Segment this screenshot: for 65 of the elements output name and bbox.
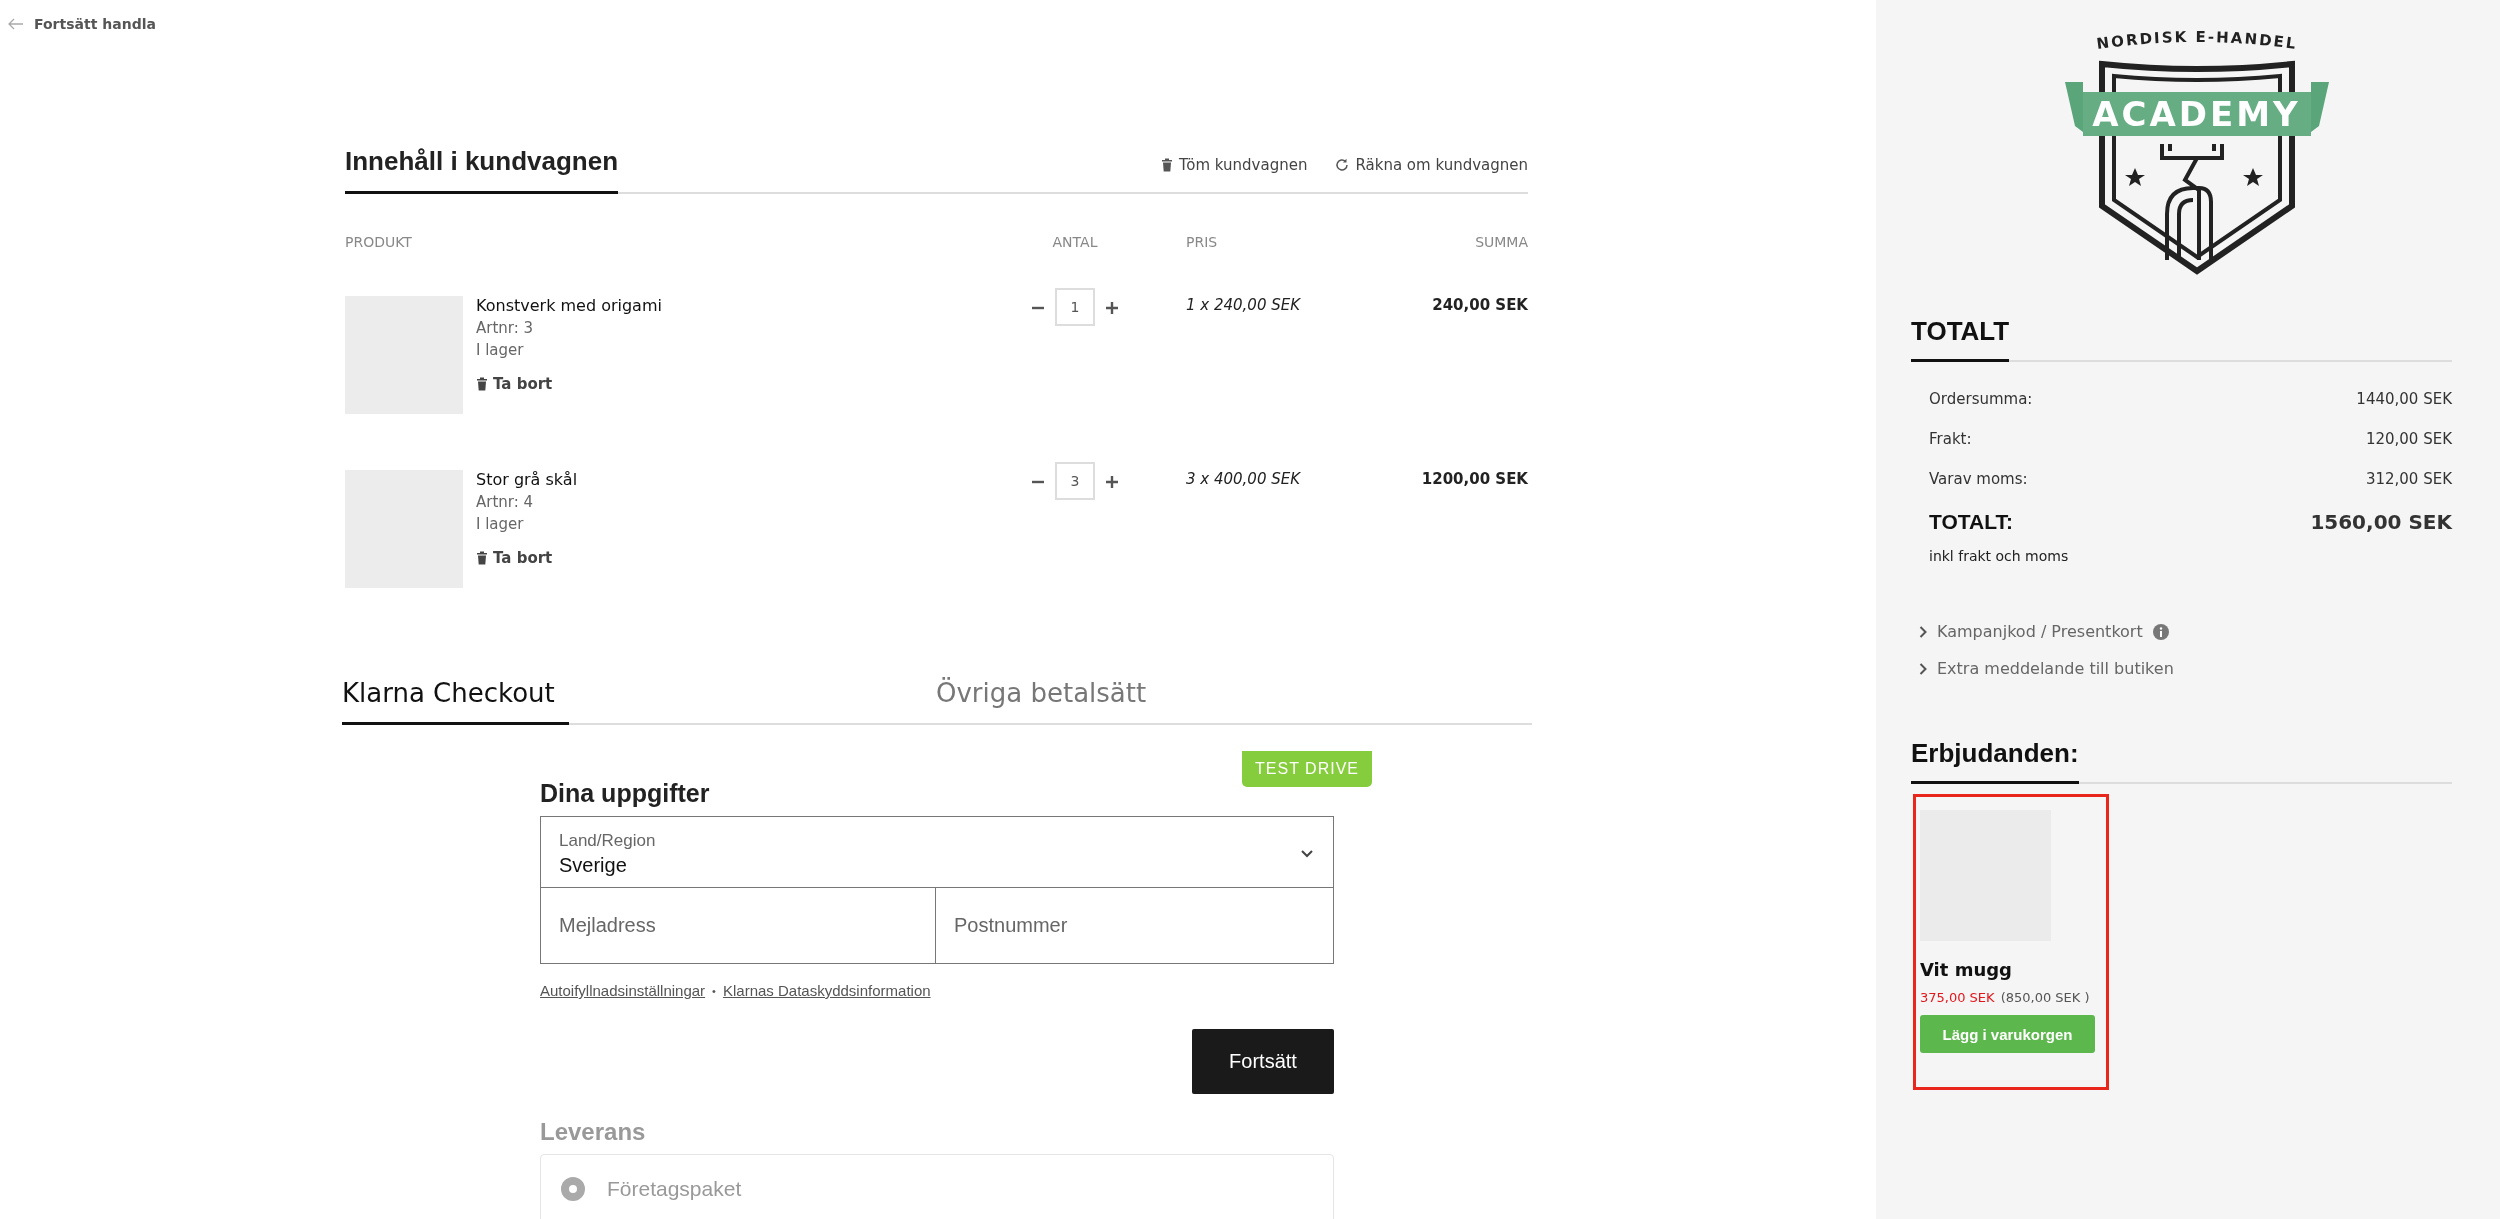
empty-cart-link[interactable]: Töm kundvagnen — [1161, 156, 1308, 174]
stock-status: I lager — [476, 341, 524, 359]
chevron-right-icon — [1919, 662, 1927, 675]
remove-link[interactable]: Ta bort — [476, 375, 553, 393]
column-header: ANTAL — [1052, 234, 1098, 250]
logo-subtitle: NORDISK E-HANDEL — [2094, 27, 2299, 54]
quantity-field[interactable]: 3 — [1055, 462, 1095, 500]
link-separator: • — [712, 984, 716, 997]
test-drive-badge: TEST DRIVE — [1242, 751, 1372, 787]
payment-tab[interactable]: Klarna Checkout — [342, 678, 569, 725]
chevron-right-icon — [1919, 625, 1927, 638]
trash-icon — [476, 551, 488, 565]
back-link[interactable]: Fortsätt handla — [8, 16, 156, 32]
unit-price: 1 x 240,00 SEK — [1185, 296, 1302, 316]
offer-name[interactable]: Vit mugg — [1920, 959, 2012, 980]
country-select[interactable]: Land/Region Sverige — [540, 816, 1334, 888]
grand-total-label: TOTALT: — [1929, 510, 2013, 534]
logo-banner: ACADEMY — [2082, 92, 2311, 136]
line-total: 240,00 SEK — [1432, 296, 1528, 316]
total-label: Ordersumma: — [1929, 390, 2033, 410]
column-header: SUMMA — [1475, 234, 1528, 250]
chevron-down-icon — [1301, 850, 1313, 858]
total-value: 120,00 SEK — [2365, 430, 2452, 450]
privacy-info-link[interactable]: Klarnas Dataskyddsinformation — [722, 982, 931, 999]
expand-link[interactable]: Kampanjkod / Presentkort — [1937, 622, 2143, 641]
sale-price: 375,00 SEK — [1920, 990, 1995, 1005]
article-number: Artnr: 4 — [476, 493, 534, 511]
info-icon — [2152, 623, 2169, 640]
total-label: Varav moms: — [1929, 470, 2028, 490]
remove-link[interactable]: Ta bort — [476, 549, 553, 567]
total-value: 1440,00 SEK — [2356, 390, 2452, 410]
section-title: Dina uppgifter — [540, 779, 711, 808]
totals-title: TOTALT — [1911, 316, 2010, 362]
plus-icon — [1105, 301, 1119, 315]
cart-title: Innehåll i kundvagnen — [345, 146, 619, 194]
original-price: (850,00 SEK ) — [2000, 990, 2090, 1005]
grand-total-value: 1560,00 SEK — [2310, 510, 2452, 534]
line-total: 1200,00 SEK — [1421, 470, 1528, 490]
delivery-title: Leverans — [540, 1118, 647, 1146]
email-field[interactable]: Mejladress — [540, 888, 936, 964]
column-header: PRIS — [1185, 234, 1219, 250]
article-number: Artnr: 3 — [476, 319, 534, 337]
total-value: 312,00 SEK — [2365, 470, 2452, 490]
trash-icon — [1161, 158, 1174, 172]
recalculate-link[interactable]: Räkna om kundvagnen — [1335, 156, 1528, 174]
trash-icon — [476, 377, 488, 391]
total-note: inkl frakt och moms — [1929, 548, 2070, 564]
column-header: PRODUKT — [345, 234, 413, 250]
unit-price: 3 x 400,00 SEK — [1185, 470, 1302, 490]
product-name[interactable]: Stor grå skål — [476, 470, 578, 489]
delivery-option-label: Företagspaket — [607, 1177, 742, 1201]
quantity-field[interactable]: 1 — [1055, 288, 1095, 326]
postcode-field[interactable]: Postnummer — [936, 888, 1334, 964]
radio-button[interactable] — [561, 1177, 585, 1201]
stock-status: I lager — [476, 515, 524, 533]
continue-button[interactable]: Fortsätt — [1192, 1029, 1334, 1094]
expand-link[interactable]: Extra meddelande till butiken — [1937, 659, 2174, 678]
payment-tab[interactable]: Övriga betalsätt — [936, 678, 1147, 725]
refresh-icon — [1335, 158, 1350, 172]
total-label: Frakt: — [1929, 430, 1972, 450]
plus-icon — [1105, 475, 1119, 489]
product-name[interactable]: Konstverk med origami — [476, 296, 662, 315]
arrow-left-icon — [8, 18, 24, 30]
autofill-settings-link[interactable]: Autoifyllnadsinställningar — [540, 982, 706, 999]
offers-title: Erbjudanden: — [1911, 738, 2079, 784]
